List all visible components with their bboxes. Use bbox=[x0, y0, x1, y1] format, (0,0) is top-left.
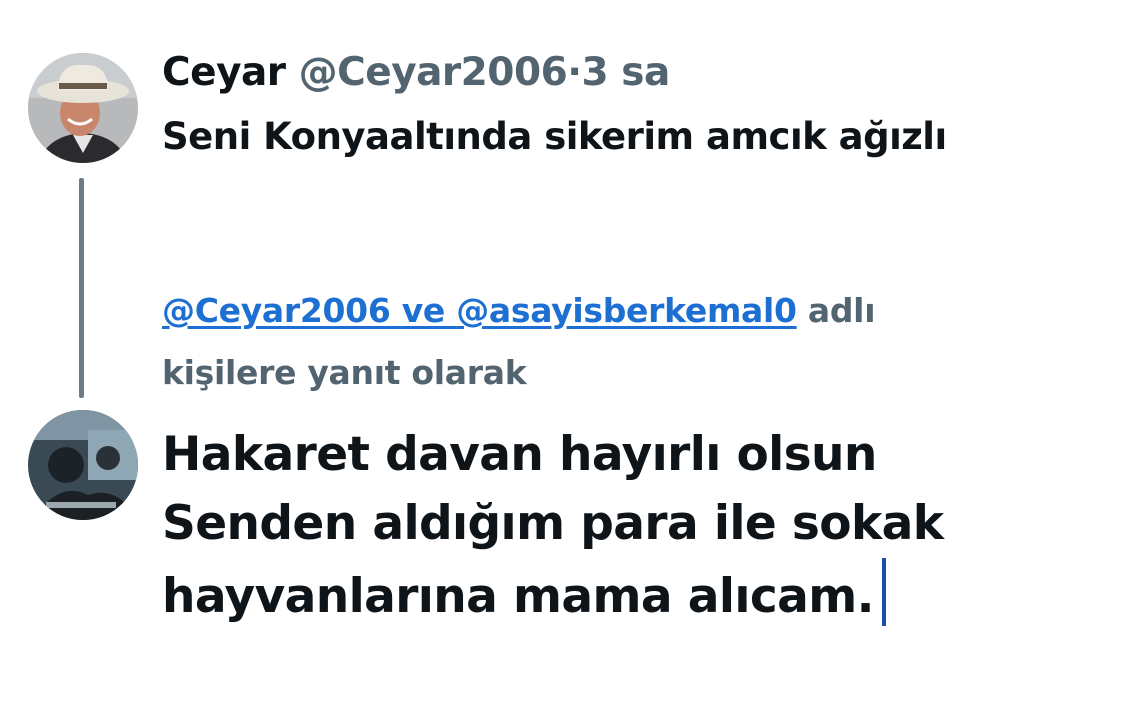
user-avatar[interactable] bbox=[28, 410, 138, 520]
reply-mention-2[interactable]: @asayisberkemal0 bbox=[456, 291, 797, 330]
user-avatar-image bbox=[28, 410, 138, 520]
tweet-timestamp[interactable]: 3 sa bbox=[582, 50, 671, 95]
compose-line-1: Hakaret davan hayırlı olsun bbox=[162, 427, 877, 482]
reply-conjunction: ve bbox=[401, 291, 446, 330]
compose-line-3-wrapper: hayvanlarına mama alıcam. bbox=[162, 558, 1092, 631]
author-avatar[interactable] bbox=[28, 53, 138, 163]
author-name[interactable]: Ceyar bbox=[162, 50, 286, 95]
reply-compose-textarea[interactable]: Hakaret davan hayırlı olsun Senden aldığ… bbox=[162, 420, 1092, 631]
author-handle[interactable]: @Ceyar2006 bbox=[299, 50, 568, 95]
tweet-header: Ceyar @Ceyar2006·3 sa bbox=[162, 50, 670, 95]
header-separator: · bbox=[567, 50, 582, 95]
reply-mention-1-text: @Ceyar2006 bbox=[162, 291, 391, 330]
text-cursor bbox=[881, 558, 886, 626]
thread-connector-line bbox=[79, 178, 84, 398]
reply-mention-1[interactable]: @Ceyar2006 ve bbox=[162, 291, 456, 330]
compose-line-3: hayvanlarına mama alıcam. bbox=[162, 569, 875, 624]
tweet-text: Seni Konyaaltında sikerim amcık ağızlı bbox=[162, 115, 947, 158]
compose-line-2: Senden aldığım para ile sokak bbox=[162, 496, 944, 551]
reply-context: @Ceyar2006 ve @asayisberkemal0 adlı kişi… bbox=[162, 280, 1062, 404]
author-avatar-image bbox=[28, 53, 138, 163]
reply-suffix-2: kişilere yanıt olarak bbox=[162, 353, 527, 392]
reply-suffix-1: adlı bbox=[807, 291, 876, 330]
